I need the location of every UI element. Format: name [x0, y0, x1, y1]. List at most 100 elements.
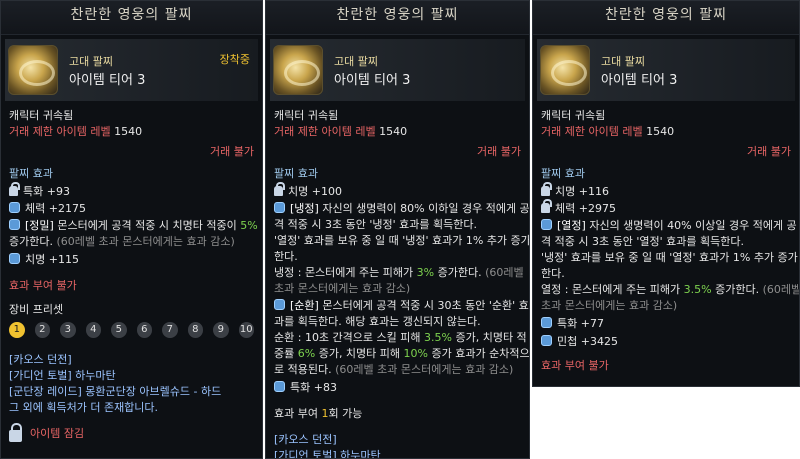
preset-button-1[interactable]: 1 [9, 322, 25, 338]
trade-level-label: 거래 제한 아이템 레벨 [541, 125, 643, 138]
reforge-text: 효과 부여 1회 가능 [274, 407, 363, 420]
lock-icon [9, 182, 20, 196]
item-header: 고대 팔찌 아이템 티어 3 [270, 39, 525, 101]
cycle-value: 3.5% [424, 331, 452, 344]
cycle-value: 10% [403, 347, 428, 360]
cold-line: 자신의 생명력이 80% 이하일 경우 적에게 공 [322, 202, 530, 215]
item-tier: 아이템 티어 3 [69, 73, 146, 88]
source-item: [가디언 토벌] 하누마탄 [9, 369, 116, 382]
cold-line: '열정' 효과를 보유 중 일 때 '냉정' 효과가 1% 추가 증가 [274, 234, 530, 247]
cold-tag: [냉정] [290, 202, 319, 215]
item-title: 찬란한 영웅의 팔찌 [1, 1, 262, 35]
reforge-text: 효과 부여 불가 [541, 359, 609, 372]
shield-icon [274, 299, 285, 310]
item-header: 고대 팔찌 아이템 티어 3 [537, 39, 795, 101]
preset-button-8[interactable]: 8 [187, 322, 203, 338]
item-grade: 고대 팔찌 [601, 55, 645, 68]
untradeable-text: 거래 불가 [210, 145, 254, 158]
preset-button-4[interactable]: 4 [85, 322, 101, 338]
preset-button-3[interactable]: 3 [60, 322, 76, 338]
lock-icon [274, 182, 285, 196]
cycle-value: 6% [297, 347, 316, 360]
trade-level-value: 1540 [646, 125, 675, 138]
passion-note-2: 초과 몬스터에게는 효과 감소) [541, 299, 678, 312]
precision-tag: [정밀] [25, 219, 54, 232]
stat-specialization: 특화 +83 [290, 381, 337, 394]
precision-text-2: 증가한다. [9, 235, 53, 248]
cold-effect-post: 증가한다. [437, 266, 482, 279]
cycle-effect: 로 적용된다. [274, 363, 332, 376]
trade-level-value: 1540 [114, 125, 143, 138]
shield-icon [9, 219, 20, 230]
passion-effect: 열정 : 몬스터에게 주는 피해가 [541, 283, 681, 296]
source-item: [카오스 던전] [274, 433, 337, 446]
item-tier: 아이템 티어 3 [334, 73, 411, 88]
precision-note: (60레벨 초과 몬스터에게는 효과 감소) [56, 235, 235, 248]
stat-crit: 치명 +115 [25, 253, 79, 266]
preset-button-7[interactable]: 7 [162, 322, 178, 338]
cycle-note: (60레벨 초과 몬스터에게는 효과 감소) [335, 363, 514, 376]
cycle-effect: 중률 [274, 347, 295, 360]
item-header: 고대 팔찌 아이템 티어 3 장착중 [5, 39, 258, 101]
trade-level-label: 거래 제한 아이템 레벨 [9, 125, 111, 138]
cycle-line: 몬스터에게 공격 적중 시 30초 동안 '순환' 효 [322, 299, 529, 312]
item-lock: 아이템 잠김 [9, 423, 254, 442]
cycle-effect: 증가, 치명타 적 [455, 331, 527, 344]
untradeable-text: 거래 불가 [477, 145, 521, 158]
lock-icon [541, 182, 552, 196]
trade-level-value: 1540 [379, 125, 408, 138]
cycle-tag: [순환] [290, 299, 319, 312]
preset-button-2[interactable]: 2 [34, 322, 50, 338]
stat-dexterity: 민첩 +3425 [557, 335, 618, 348]
passion-effect-post: 증가한다. [715, 283, 760, 296]
item-lock-text: 아이템 잠김 [30, 427, 85, 440]
passion-note: (60레벨 [762, 283, 800, 296]
source-more: 그 외에 획득처가 더 존재합니다. [9, 401, 159, 414]
stat-crit: 치명 +100 [288, 185, 342, 198]
reforge-text: 효과 부여 불가 [9, 279, 77, 292]
shield-icon [541, 335, 552, 346]
shield-icon [274, 381, 285, 392]
preset-button-5[interactable]: 5 [111, 322, 127, 338]
tooltip-panel-3: 찬란한 영웅의 팔찌 고대 팔찌 아이템 티어 3 캐릭터 귀속됨 거래 제한 … [532, 0, 800, 387]
cold-line: 한다. [274, 250, 298, 263]
item-grade: 고대 팔찌 [334, 55, 378, 68]
source-item: [카오스 던전] [9, 353, 72, 366]
bracelet-icon [273, 45, 323, 95]
preset-button-9[interactable]: 9 [213, 322, 229, 338]
cycle-effect: 증가, 치명타 피해 [318, 347, 401, 360]
cycle-effect: 증가 효과가 순차적으 [431, 347, 530, 360]
preset-button-6[interactable]: 6 [136, 322, 152, 338]
cold-line: 격 적중 시 3초 동안 '냉정' 효과를 획득한다. [274, 218, 477, 231]
stat-specialization: 특화 +93 [23, 185, 70, 198]
passion-line: 한다. [541, 267, 565, 280]
precision-value: 5% [240, 219, 258, 232]
stat-specialization: 특화 +77 [557, 317, 604, 330]
item-title: 찬란한 영웅의 팔찌 [266, 1, 529, 35]
shield-icon [274, 202, 285, 213]
preset-title: 장비 프리셋 [9, 303, 64, 316]
padlock-icon [9, 423, 22, 442]
item-title: 찬란한 영웅의 팔찌 [533, 1, 799, 35]
source-item: [가디언 토벌] 하누마탄 [274, 449, 381, 459]
cold-effect: 냉정 : 몬스터에게 주는 피해가 [274, 266, 414, 279]
precision-text: 몬스터에게 공격 적중 시 치명타 적중이 [57, 219, 237, 232]
effect-title: 팔찌 효과 [274, 167, 318, 180]
effect-title: 팔찌 효과 [541, 167, 585, 180]
cold-note: (60레벨 [485, 266, 524, 279]
bound-text: 캐릭터 귀속됨 [9, 109, 74, 122]
bound-text: 캐릭터 귀속됨 [541, 109, 606, 122]
shield-icon [541, 317, 552, 328]
preset-button-10[interactable]: 10 [238, 322, 254, 338]
stat-vitality: 체력 +2975 [555, 202, 616, 215]
cycle-effect: 순환 : 10초 간격으로 스킬 피해 [274, 331, 421, 344]
passion-tag: [열정] [557, 219, 586, 232]
preset-list: 1 2 3 4 5 6 7 8 9 10 [9, 322, 254, 338]
passion-line: 격 적중 시 3초 동안 '열정' 효과를 획득한다. [541, 235, 744, 248]
item-tier: 아이템 티어 3 [601, 73, 678, 88]
source-item: [군단장 레이드] 몽환군단장 아브렐슈드 - 하드 [9, 385, 222, 398]
shield-icon [9, 202, 20, 213]
bracelet-icon [8, 45, 58, 95]
stat-crit: 치명 +116 [555, 185, 609, 198]
cold-note-2: 초과 몬스터에게는 효과 감소) [274, 282, 411, 295]
